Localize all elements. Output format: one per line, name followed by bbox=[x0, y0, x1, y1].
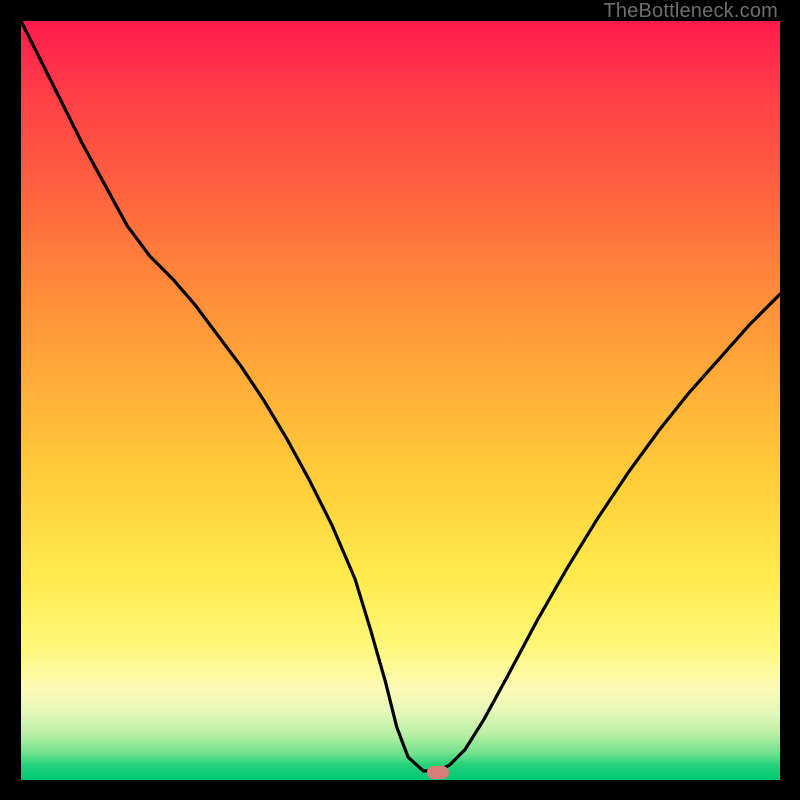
chart-frame: TheBottleneck.com bbox=[0, 0, 800, 800]
plot-area bbox=[21, 21, 780, 780]
bottleneck-curve bbox=[21, 21, 780, 780]
watermark-text: TheBottleneck.com bbox=[603, 0, 778, 23]
optimal-marker bbox=[427, 766, 449, 779]
